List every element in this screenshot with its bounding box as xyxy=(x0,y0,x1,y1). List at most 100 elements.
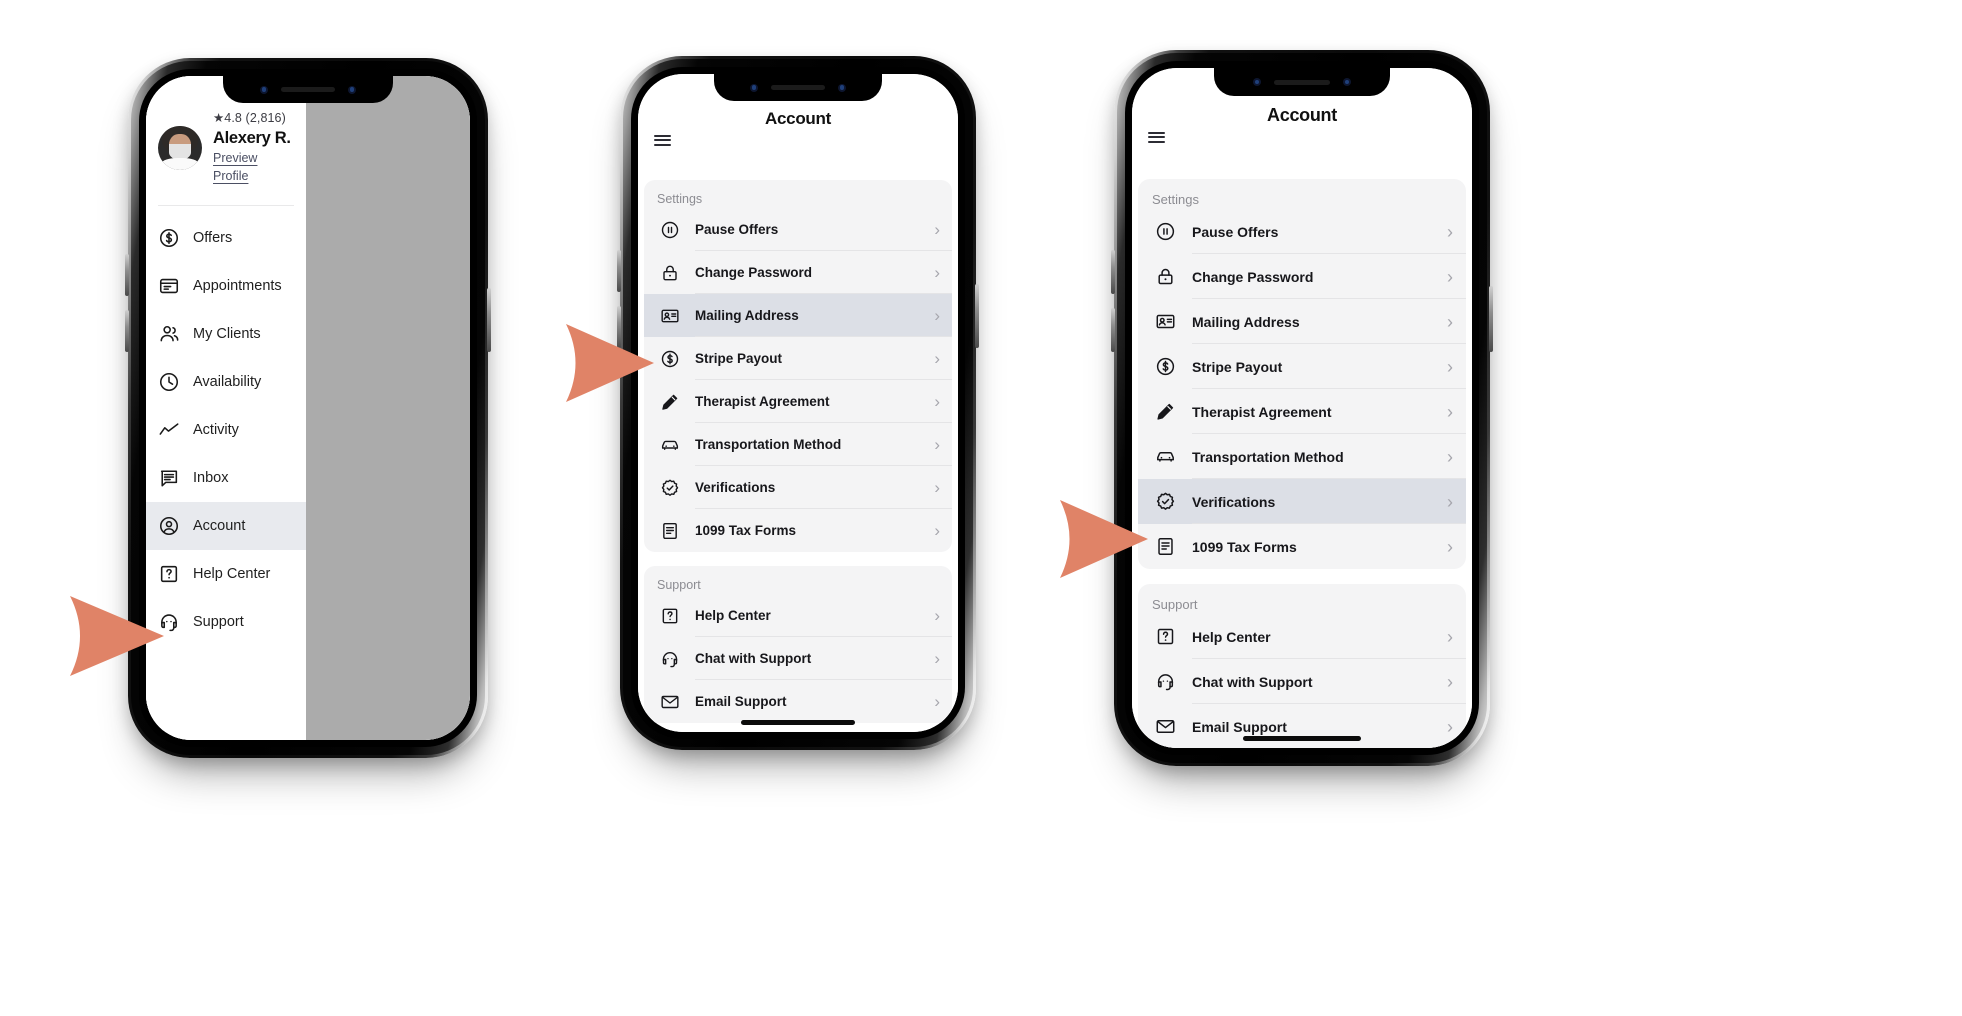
front-camera-icon xyxy=(1253,78,1261,86)
list-item-label: Pause Offers xyxy=(1192,223,1279,240)
list-item-label: Chat with Support xyxy=(695,651,812,666)
people-icon xyxy=(158,323,180,345)
face-id-sensor-icon xyxy=(838,83,846,92)
preview-profile-link[interactable]: Preview Profile xyxy=(213,149,296,185)
sidebar-item-help-center[interactable]: Help Center xyxy=(146,550,306,598)
list-item-change-password[interactable]: Change Password › xyxy=(1138,254,1466,299)
phone-1-navigation-drawer: ★4.8 (2,816) Alexery R. Preview Profile … xyxy=(125,58,491,758)
question-box-icon xyxy=(1155,626,1176,647)
pencil-icon xyxy=(1155,401,1176,422)
dollar-circle-icon xyxy=(158,227,180,249)
chat-lines-icon xyxy=(158,467,180,489)
sidebar-item-support[interactable]: Support xyxy=(146,598,306,646)
verified-badge-icon xyxy=(660,478,680,498)
sidebar-item-label: Help Center xyxy=(193,566,271,582)
chevron-right-icon: › xyxy=(1447,266,1453,287)
face-id-sensor-icon xyxy=(1343,78,1351,86)
chevron-right-icon: › xyxy=(934,306,940,325)
page-title: Account xyxy=(765,109,831,128)
sidebar-item-availability[interactable]: Availability xyxy=(146,358,306,406)
sidebar-item-account[interactable]: Account xyxy=(146,502,306,550)
chevron-right-icon: › xyxy=(1447,491,1453,512)
list-item-label: Change Password xyxy=(695,265,813,280)
chevron-right-icon: › xyxy=(1447,356,1453,377)
support-section-label: Support xyxy=(657,578,701,592)
chevron-right-icon: › xyxy=(934,349,940,368)
sidebar-item-offers[interactable]: Offers xyxy=(146,214,306,262)
list-item-change-password[interactable]: Change Password › xyxy=(644,251,952,294)
list-item-mailing-address[interactable]: Mailing Address › xyxy=(1138,299,1466,344)
support-card: Support Help Center › Chat with Support › Ema… xyxy=(644,566,952,723)
drawer-scrim-overlay[interactable] xyxy=(306,76,470,740)
list-item-transportation-method[interactable]: Transportation Method › xyxy=(1138,434,1466,479)
home-indicator[interactable] xyxy=(741,720,855,725)
avatar[interactable] xyxy=(158,125,202,170)
list-item-label: Email Support xyxy=(1192,718,1287,735)
list-item-label: Therapist Agreement xyxy=(695,394,830,409)
list-item-chat-with-support[interactable]: Chat with Support › xyxy=(1138,659,1466,704)
list-item-help-center[interactable]: Help Center › xyxy=(644,594,952,637)
list-item-label: Therapist Agreement xyxy=(1192,403,1332,420)
home-indicator[interactable] xyxy=(1243,736,1361,741)
profile-rating: ★4.8 (2,816) xyxy=(213,111,286,125)
document-icon xyxy=(660,521,680,541)
phone-1-power-button xyxy=(487,288,491,352)
list-item-transportation-method[interactable]: Transportation Method › xyxy=(644,423,952,466)
screenshot-canvas: ★4.8 (2,816) Alexery R. Preview Profile … xyxy=(0,0,1962,1016)
sidebar-item-activity[interactable]: Activity xyxy=(146,406,306,454)
dollar-circle-icon xyxy=(1155,356,1176,377)
list-item-label: Verifications xyxy=(1192,493,1276,510)
hamburger-menu-icon[interactable] xyxy=(1148,131,1165,143)
chevron-right-icon: › xyxy=(934,478,940,497)
dollar-circle-icon xyxy=(660,349,680,369)
list-item-label: Stripe Payout xyxy=(1192,358,1283,375)
phone-3-notch xyxy=(1214,68,1390,96)
phone-1-volume-down-button xyxy=(125,310,129,352)
list-item-therapist-agreement[interactable]: Therapist Agreement › xyxy=(1138,389,1466,434)
list-item-label: Pause Offers xyxy=(695,222,779,237)
chevron-right-icon: › xyxy=(934,220,940,239)
list-item-pause-offers[interactable]: Pause Offers › xyxy=(644,208,952,251)
phone-1-notch xyxy=(223,76,393,103)
list-item-stripe-payout[interactable]: Stripe Payout › xyxy=(1138,344,1466,389)
list-item-email-support[interactable]: Email Support › xyxy=(1138,704,1466,748)
face-id-sensor-icon xyxy=(348,85,356,94)
list-item-label: 1099 Tax Forms xyxy=(695,523,797,538)
trend-line-icon xyxy=(158,419,180,441)
list-item-1099-tax-forms[interactable]: 1099 Tax Forms › xyxy=(1138,524,1466,569)
sidebar-item-appointments[interactable]: Appointments xyxy=(146,262,306,310)
list-item-pause-offers[interactable]: Pause Offers › xyxy=(1138,209,1466,254)
sidebar-item-inbox[interactable]: Inbox xyxy=(146,454,306,502)
phone-2-notch xyxy=(714,74,882,101)
phone-3-app-screen: Account Settings Pause Offers › Change Passw… xyxy=(1132,68,1472,748)
pencil-icon xyxy=(660,392,680,412)
list-item-label: Transportation Method xyxy=(695,437,842,452)
list-item-email-support[interactable]: Email Support › xyxy=(644,680,952,723)
chevron-right-icon: › xyxy=(934,692,940,711)
car-icon xyxy=(660,435,680,455)
pause-circle-icon xyxy=(660,220,680,240)
calendar-card-icon xyxy=(158,275,180,297)
list-item-therapist-agreement[interactable]: Therapist Agreement › xyxy=(644,380,952,423)
navigation-drawer: ★4.8 (2,816) Alexery R. Preview Profile … xyxy=(146,76,306,740)
chevron-right-icon: › xyxy=(1447,401,1453,422)
settings-section-label: Settings xyxy=(1152,192,1199,207)
settings-card: Settings Pause Offers › Change Password › Mai… xyxy=(644,180,952,552)
settings-section-label: Settings xyxy=(657,192,703,206)
chevron-right-icon: › xyxy=(934,392,940,411)
list-item-verifications[interactable]: Verifications › xyxy=(1138,479,1466,524)
list-item-mailing-address[interactable]: Mailing Address › xyxy=(644,294,952,337)
list-item-stripe-payout[interactable]: Stripe Payout › xyxy=(644,337,952,380)
sidebar-item-my-clients[interactable]: My Clients xyxy=(146,310,306,358)
phone-2-volume-up-button xyxy=(617,250,621,292)
list-item-1099-tax-forms[interactable]: 1099 Tax Forms › xyxy=(644,509,952,552)
list-item-verifications[interactable]: Verifications › xyxy=(644,466,952,509)
drawer-nav-list: Offers Appointments My Clients Availability… xyxy=(146,214,306,646)
list-item-label: Help Center xyxy=(695,608,771,623)
question-box-icon xyxy=(158,563,180,585)
chevron-right-icon: › xyxy=(1447,626,1453,647)
list-item-chat-with-support[interactable]: Chat with Support › xyxy=(644,637,952,680)
hamburger-menu-icon[interactable] xyxy=(654,134,671,146)
list-item-label: Verifications xyxy=(695,480,776,495)
list-item-help-center[interactable]: Help Center › xyxy=(1138,614,1466,659)
